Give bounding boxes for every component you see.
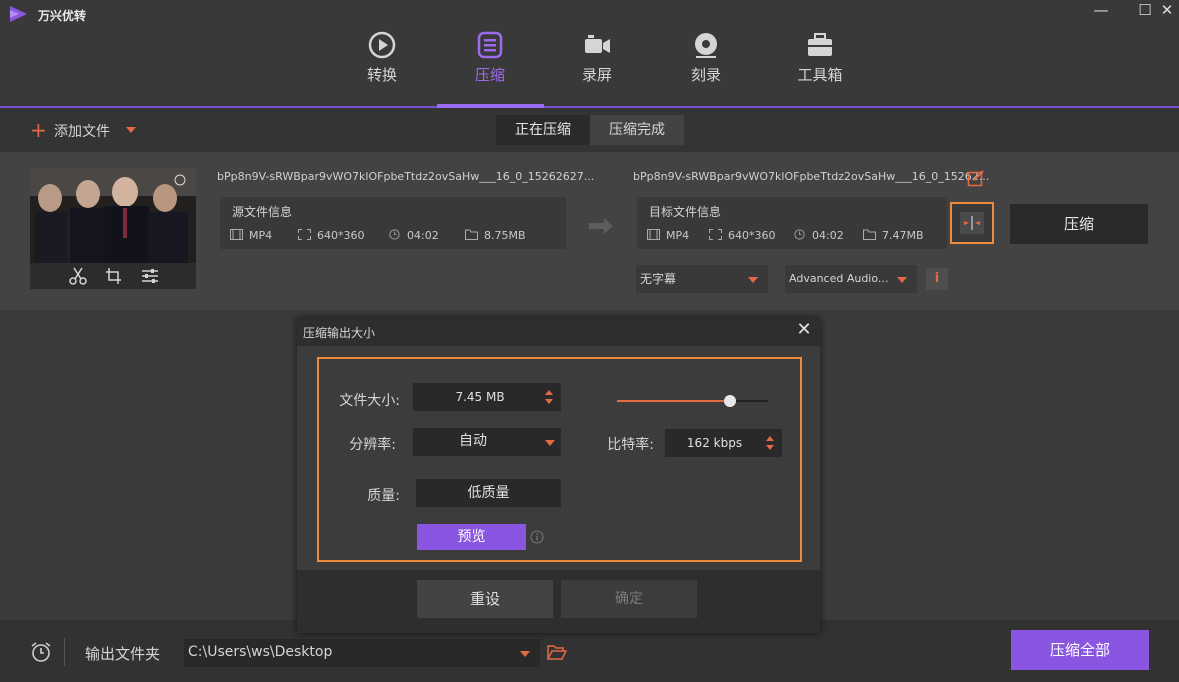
bitrate-value: 162 kbps — [686, 436, 743, 450]
confirm-button[interactable]: 确定 — [561, 580, 697, 618]
alarm-clock-icon[interactable] — [30, 641, 52, 663]
add-file-button[interactable]: 添加文件 — [54, 121, 110, 141]
minimize-button[interactable]: — — [1088, 0, 1114, 22]
dialog-close-button[interactable]: ✕ — [794, 319, 814, 341]
subtitle-value: 无字幕 — [640, 272, 677, 286]
tab-toolbox-label: 工具箱 — [797, 66, 843, 84]
adjust-icon[interactable] — [140, 267, 160, 285]
quality-select[interactable]: 低质量 — [416, 479, 561, 507]
chevron-down-icon[interactable] — [520, 651, 530, 657]
audio-dropdown[interactable]: Advanced Audio... — [785, 265, 917, 293]
resolution-icon — [298, 229, 311, 240]
subtitle-dropdown[interactable]: 无字幕 — [636, 265, 768, 293]
scissors-icon[interactable] — [68, 267, 88, 285]
app-logo-icon — [10, 6, 27, 22]
dialog-footer — [297, 570, 820, 633]
video-thumbnail[interactable] — [30, 168, 196, 263]
file-size-value: 7.45 MB — [455, 390, 505, 404]
tab-compress[interactable]: 压缩 — [450, 30, 530, 90]
crop-icon[interactable] — [104, 267, 124, 285]
file-size-stepper[interactable]: 7.45 MB — [413, 383, 561, 411]
app-title: 万兴优转 — [38, 9, 87, 23]
tab-convert-label: 转换 — [366, 66, 397, 84]
size-slider-fill — [617, 400, 731, 402]
close-window-button[interactable]: ✕ — [1154, 0, 1179, 22]
tab-record[interactable]: 录屏 — [557, 30, 637, 90]
tab-toolbox[interactable]: 工具箱 — [780, 30, 860, 90]
chevron-down-icon — [897, 277, 907, 283]
reset-button[interactable]: 重设 — [417, 580, 553, 618]
decrement-icon[interactable] — [545, 399, 553, 404]
open-folder-icon[interactable] — [547, 645, 567, 661]
subtab-compressing[interactable]: 正在压缩 — [496, 115, 590, 145]
target-duration: 04:02 — [793, 229, 844, 242]
source-duration: 04:02 — [388, 229, 439, 242]
dialog-title: 压缩输出大小 — [303, 326, 376, 340]
file-size-label: 文件大小: — [339, 393, 400, 409]
tab-convert[interactable]: 转换 — [342, 30, 422, 90]
thumbnail-image — [30, 168, 196, 263]
tab-burn[interactable]: 刻录 — [666, 30, 746, 90]
target-info-box: 目标文件信息 MP4 640*360 04:02 7.47MB — [637, 197, 947, 249]
add-file-dropdown-icon[interactable] — [126, 127, 136, 133]
resolution-icon — [709, 229, 722, 240]
clock-icon — [389, 229, 400, 240]
compress-button[interactable]: 压缩 — [1010, 204, 1148, 244]
film-icon — [647, 229, 660, 240]
target-file-name: bPp8n9V-sRWBpar9vWO7klOFpbeTtdz2ovSaHw__… — [633, 170, 990, 183]
output-path-field[interactable]: C:\Users\ws\Desktop — [184, 639, 540, 667]
target-resolution: 640*360 — [709, 229, 776, 242]
compress-icon — [477, 31, 503, 59]
compress-arrows-icon — [964, 216, 980, 230]
arrow-right-icon — [589, 218, 613, 234]
output-folder-label: 输出文件夹 — [85, 645, 161, 663]
edit-icon[interactable] — [967, 169, 985, 187]
increment-icon[interactable] — [545, 390, 553, 395]
add-icon[interactable]: + — [30, 120, 47, 140]
info-button[interactable]: i — [926, 268, 948, 290]
info-circle-icon[interactable] — [530, 530, 544, 544]
source-format: MP4 — [230, 229, 272, 242]
clock-icon — [794, 229, 805, 240]
target-size: 7.47MB — [863, 229, 924, 242]
chevron-down-icon — [748, 277, 758, 283]
tab-burn-label: 刻录 — [690, 66, 721, 84]
folder-small-icon — [863, 229, 876, 240]
dialog-header — [297, 318, 820, 346]
tab-compress-label: 压缩 — [474, 66, 505, 84]
bottom-divider — [64, 638, 65, 666]
resolution-select[interactable]: 自动 — [413, 428, 561, 456]
bitrate-label: 比特率: — [607, 437, 654, 453]
target-format: MP4 — [647, 229, 689, 242]
bitrate-stepper[interactable]: 162 kbps — [665, 429, 782, 457]
compress-settings-button[interactable] — [950, 202, 994, 244]
folder-small-icon — [465, 229, 478, 240]
tab-record-label: 录屏 — [581, 66, 612, 84]
chevron-down-icon[interactable] — [545, 440, 555, 446]
decrement-icon[interactable] — [766, 445, 774, 450]
target-info-title: 目标文件信息 — [649, 205, 722, 219]
resolution-label: 分辨率: — [349, 437, 396, 453]
quality-label: 质量: — [367, 488, 400, 504]
increment-icon[interactable] — [766, 436, 774, 441]
audio-value: Advanced Audio... — [789, 272, 889, 285]
source-info-box: 源文件信息 MP4 640*360 04:02 8.75MB — [220, 197, 566, 249]
camera-icon — [585, 35, 610, 53]
preview-button[interactable]: 预览 — [417, 524, 526, 550]
subtab-completed[interactable]: 压缩完成 — [590, 115, 684, 145]
source-resolution: 640*360 — [298, 229, 365, 242]
film-icon — [230, 229, 243, 240]
disc-icon — [695, 33, 717, 58]
source-info-title: 源文件信息 — [232, 205, 293, 219]
play-circle-icon — [368, 31, 396, 59]
toolbox-icon — [808, 33, 832, 56]
compress-all-button[interactable]: 压缩全部 — [1011, 630, 1149, 670]
source-size: 8.75MB — [465, 229, 526, 242]
source-file-name: bPp8n9V-sRWBpar9vWO7klOFpbeTtdz2ovSaHw__… — [217, 170, 595, 183]
